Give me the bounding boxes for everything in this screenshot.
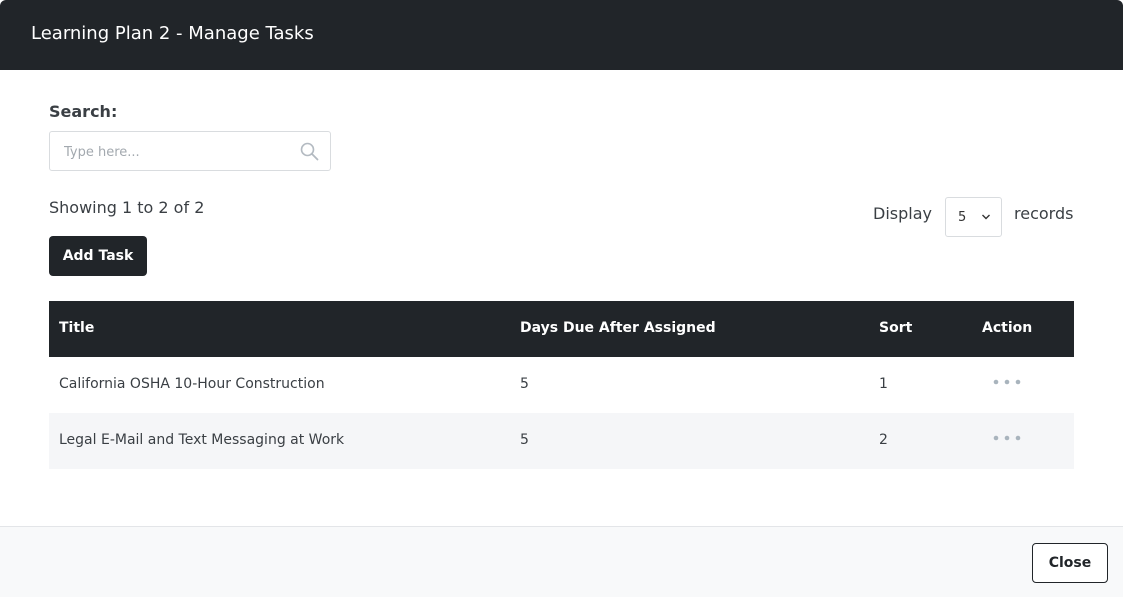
- table-header: Title Days Due After Assigned Sort Actio…: [49, 301, 1074, 357]
- records-label: records: [1014, 204, 1074, 223]
- task-title: California OSHA 10-Hour Construction: [59, 376, 325, 392]
- more-horizontal-icon[interactable]: [993, 378, 1021, 386]
- search-icon[interactable]: [300, 142, 319, 161]
- add-task-button[interactable]: Add Task: [49, 236, 147, 276]
- column-header-title[interactable]: Title: [59, 320, 94, 336]
- close-button[interactable]: Close: [1032, 543, 1108, 583]
- search-input[interactable]: [64, 141, 284, 163]
- task-sort: 2: [879, 432, 888, 448]
- chevron-down-icon: [982, 214, 990, 220]
- column-header-sort[interactable]: Sort: [879, 320, 912, 336]
- table-row: Legal E-Mail and Text Messaging at Work …: [49, 413, 1074, 469]
- task-days-due: 5: [520, 432, 529, 448]
- table-row: California OSHA 10-Hour Construction 5 1: [49, 357, 1074, 413]
- task-days-due: 5: [520, 376, 529, 392]
- page-size-select[interactable]: 5: [945, 197, 1002, 237]
- modal-footer: Close: [0, 526, 1123, 597]
- display-label: Display: [873, 204, 932, 223]
- search-box[interactable]: [49, 131, 331, 171]
- column-header-days-due[interactable]: Days Due After Assigned: [520, 320, 716, 336]
- results-summary: Showing 1 to 2 of 2: [49, 198, 205, 217]
- page-size-value: 5: [958, 210, 967, 225]
- task-title: Legal E-Mail and Text Messaging at Work: [59, 432, 345, 448]
- manage-tasks-modal: Learning Plan 2 - Manage Tasks Search: S…: [0, 0, 1123, 597]
- column-header-action: Action: [982, 320, 1033, 336]
- modal-title: Learning Plan 2 - Manage Tasks: [31, 23, 314, 44]
- task-sort: 1: [879, 376, 888, 392]
- search-label: Search:: [49, 102, 118, 121]
- modal-header: Learning Plan 2 - Manage Tasks: [0, 0, 1123, 70]
- more-horizontal-icon[interactable]: [993, 434, 1021, 442]
